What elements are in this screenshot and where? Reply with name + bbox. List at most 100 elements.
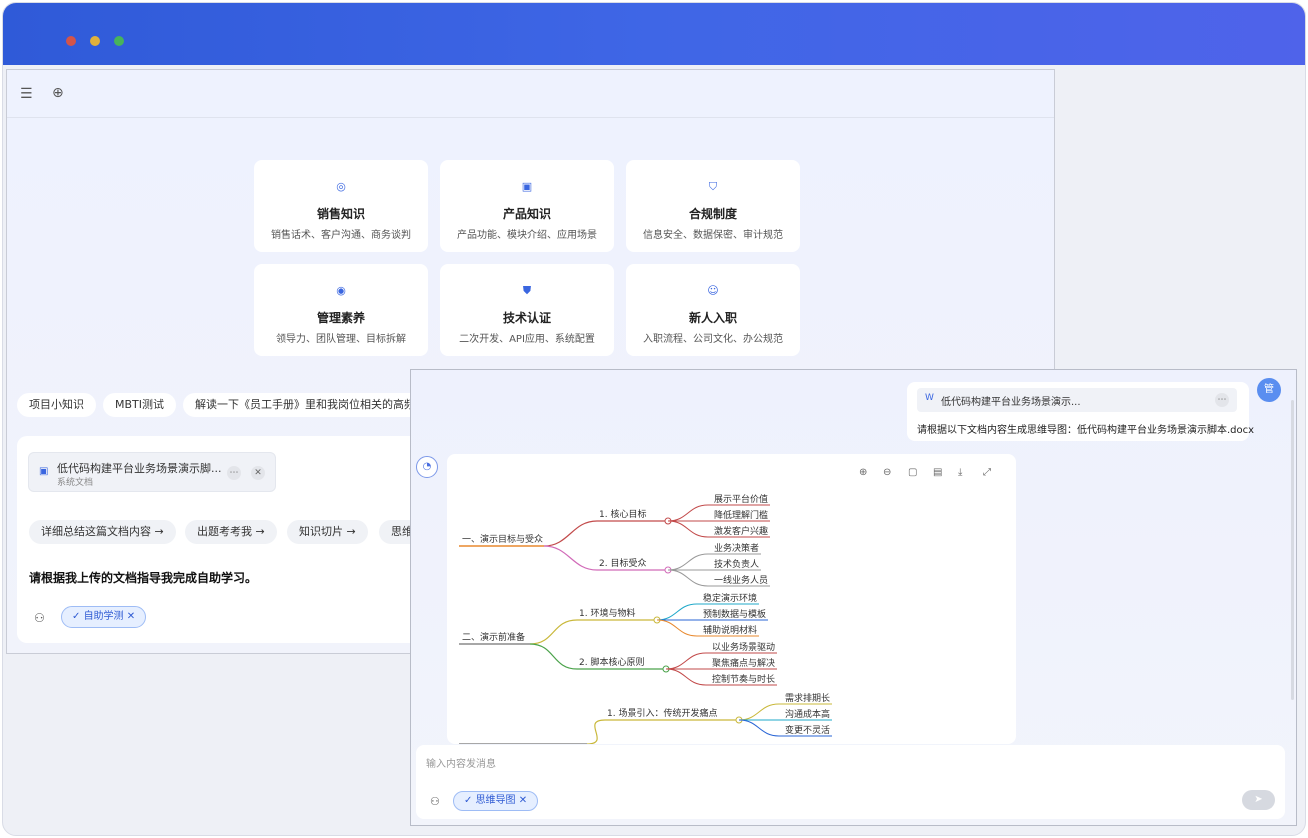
- bot-avatar-icon: ◔: [416, 456, 438, 478]
- word-doc-icon: W: [925, 393, 934, 403]
- document-icon: ▣: [521, 180, 533, 193]
- mode-tag[interactable]: ✓ 思维导图 ✕: [453, 791, 539, 811]
- card-desc: 产品功能、模块介绍、应用场景: [457, 230, 597, 241]
- suggestion-chip[interactable]: MBTI测试: [103, 393, 177, 417]
- user-avatar: 管: [1257, 378, 1281, 402]
- card-desc: 销售话术、客户沟通、商务谈判: [271, 230, 411, 241]
- target-icon: ◉: [336, 284, 346, 297]
- card-desc: 领导力、团队管理、目标拆解: [276, 334, 406, 345]
- attached-file: ▣ 低代码构建平台业务场景演示脚... 系统文档 ⋯ ✕: [28, 452, 276, 492]
- card-desc: 二次开发、API应用、系统配置: [459, 334, 595, 345]
- mindmap-leaf-node: 降低理解门槛: [714, 509, 768, 521]
- quick-action-slice[interactable]: 知识切片 →: [287, 520, 368, 544]
- home-toolbar: ☰ ⊕: [7, 70, 1054, 118]
- shield-check-icon: ⛊: [522, 284, 532, 297]
- more-icon[interactable]: ⋯: [1215, 393, 1229, 407]
- mindmap-edge: [656, 619, 698, 637]
- mindmap-branch-node: 1. 环境与物料: [579, 607, 635, 619]
- card-title: 新人入职: [688, 311, 737, 325]
- mindmap-leaf-node: 技术负责人: [714, 558, 759, 570]
- maximize-window-button[interactable]: [114, 36, 124, 46]
- new-chat-icon[interactable]: ⊕: [52, 86, 64, 100]
- minimize-window-button[interactable]: [90, 36, 100, 46]
- close-icon[interactable]: ✕: [251, 466, 265, 480]
- mindmap-leaf-node: 聚焦痛点与解决: [712, 657, 775, 669]
- send-button[interactable]: ➤: [1242, 790, 1275, 810]
- user-message-bubble: W 低代码构建平台业务场景演示... ⋯ 请根据以下文档内容生成思维导图：低代码…: [907, 382, 1254, 441]
- mindmap-root-node: 一、演示目标与受众: [462, 533, 543, 545]
- mindmap-edge: [667, 520, 709, 538]
- mindmap-branch-node: 2. 目标受众: [599, 557, 646, 569]
- user-message-text: 请根据以下文档内容生成思维导图：低代码构建平台业务场景演示脚本.docx: [917, 425, 1255, 436]
- mindmap-root-node: 二、演示前准备: [462, 631, 525, 643]
- shield-icon: ⛉: [708, 180, 718, 193]
- card-product[interactable]: ▣ 产品知识 产品功能、模块介绍、应用场景: [440, 160, 614, 252]
- card-tech[interactable]: ⛊ 技术认证 二次开发、API应用、系统配置: [440, 264, 614, 356]
- card-desc: 信息安全、数据保密、审计规范: [643, 230, 783, 241]
- more-icon[interactable]: ⋯: [227, 466, 241, 480]
- chat-scrollbar[interactable]: [1291, 400, 1294, 700]
- mindmap-leaf-node: 展示平台价值: [714, 493, 768, 505]
- mindmap-edge: [543, 520, 598, 547]
- mindmap-edge: [656, 603, 698, 621]
- quick-action-quiz[interactable]: 出题考考我 →: [185, 520, 277, 544]
- mindmap-edge: [665, 652, 707, 670]
- agent-icon[interactable]: ⚇: [34, 611, 45, 625]
- mindmap-edge: [665, 668, 707, 686]
- document-icon: ▣: [39, 466, 49, 477]
- search-doc-icon: ◎: [336, 180, 346, 193]
- mindmap-edge: [586, 719, 606, 744]
- mindmap-canvas[interactable]: 一、演示目标与受众 1. 核心目标 展示平台价值降低理解门槛激发客户兴趣 2. 目标受…: [447, 454, 1016, 744]
- card-management[interactable]: ◉ 管理素养 领导力、团队管理、目标拆解: [254, 264, 428, 356]
- mindmap-panel: ⊕ ⊖ ▢ ▤ ⤓ ⤢ 一、演示目标与受众 1. 核心目标 展示平台价值 降低理解门槛…: [447, 454, 1016, 744]
- mindmap-leaf-node: 一线业务人员: [714, 574, 768, 586]
- mindmap-edge: [667, 553, 709, 571]
- mindmap-edge: [667, 569, 709, 587]
- card-title: 技术认证: [502, 311, 551, 325]
- mindmap-branch-node: 1. 核心目标: [599, 508, 646, 520]
- message-input[interactable]: 输入内容发消息: [426, 755, 496, 770]
- mindmap-leaf-node: 业务决策者: [714, 542, 759, 554]
- mindmap-edge: [543, 545, 598, 571]
- close-window-button[interactable]: [66, 36, 76, 46]
- card-onboarding[interactable]: ☺ 新人入职 入职流程、公司文化、办公规范: [626, 264, 800, 356]
- card-compliance[interactable]: ⛉ 合规制度 信息安全、数据保密、审计规范: [626, 160, 800, 252]
- chat-window: W 低代码构建平台业务场景演示... ⋯ 请根据以下文档内容生成思维导图：低代码…: [410, 369, 1297, 826]
- mindmap-edge: [529, 619, 578, 645]
- card-title: 销售知识: [316, 207, 365, 221]
- mindmap-leaf-node: 变更不灵活: [785, 724, 830, 736]
- mindmap-leaf-node: 辅助说明材料: [703, 624, 757, 636]
- mindmap-leaf-node: 沟通成本高: [785, 708, 830, 720]
- agent-icon[interactable]: ⚇: [430, 795, 440, 809]
- card-title: 产品知识: [502, 207, 551, 221]
- mindmap-edge: [529, 643, 578, 670]
- mode-tag-label: 思维导图: [475, 795, 516, 806]
- mode-tag-label: 自助学测: [83, 611, 124, 622]
- chat-composer: 输入内容发消息 ⚇ ✓ 思维导图 ✕ ➤: [416, 745, 1285, 819]
- mindmap-leaf-node: 需求排期长: [785, 692, 830, 704]
- app-frame: ☰ ⊕ ◎ 销售知识 销售话术、客户沟通、商务谈判 ▣ 产品知识 产品功能、模块…: [2, 2, 1306, 836]
- card-sales[interactable]: ◎ 销售知识 销售话术、客户沟通、商务谈判: [254, 160, 428, 252]
- mindmap-leaf-node: 预制数据与模板: [703, 608, 766, 620]
- suggestion-chip[interactable]: 解读一下《员工手册》里和我岗位相关的高频规: [183, 393, 438, 417]
- card-title: 合规制度: [688, 207, 737, 221]
- suggestion-chip[interactable]: 项目小知识: [17, 393, 96, 417]
- mindmap-branch-node: 1. 场景引入：传统开发痛点: [607, 707, 717, 719]
- file-type: 系统文档: [57, 478, 94, 488]
- user-attached-file[interactable]: W 低代码构建平台业务场景演示... ⋯: [917, 388, 1237, 412]
- mindmap-leaf-node: 激发客户兴趣: [714, 525, 768, 537]
- file-name: 低代码构建平台业务场景演示...: [941, 397, 1081, 408]
- mindmap-edge: [667, 504, 709, 522]
- mode-tag[interactable]: ✓ 自助学测 ✕: [61, 606, 147, 628]
- mindmap-edge: [738, 703, 780, 721]
- mindmap-leaf-node: 稳定演示环境: [703, 592, 757, 604]
- mindmap-edge: [738, 719, 780, 737]
- mindmap-leaf-node: 以业务场景驱动: [712, 641, 775, 653]
- card-title: 管理素养: [316, 311, 365, 325]
- user-icon: ☺: [707, 284, 719, 297]
- title-bar: [3, 3, 1305, 65]
- sidebar-toggle-icon[interactable]: ☰: [20, 87, 33, 101]
- mindmap-branch-node: 2. 脚本核心原则: [579, 656, 644, 668]
- quick-action-summary[interactable]: 详细总结这篇文档内容 →: [29, 520, 176, 544]
- prompt-text[interactable]: 请根据我上传的文档指导我完成自助学习。: [29, 569, 257, 586]
